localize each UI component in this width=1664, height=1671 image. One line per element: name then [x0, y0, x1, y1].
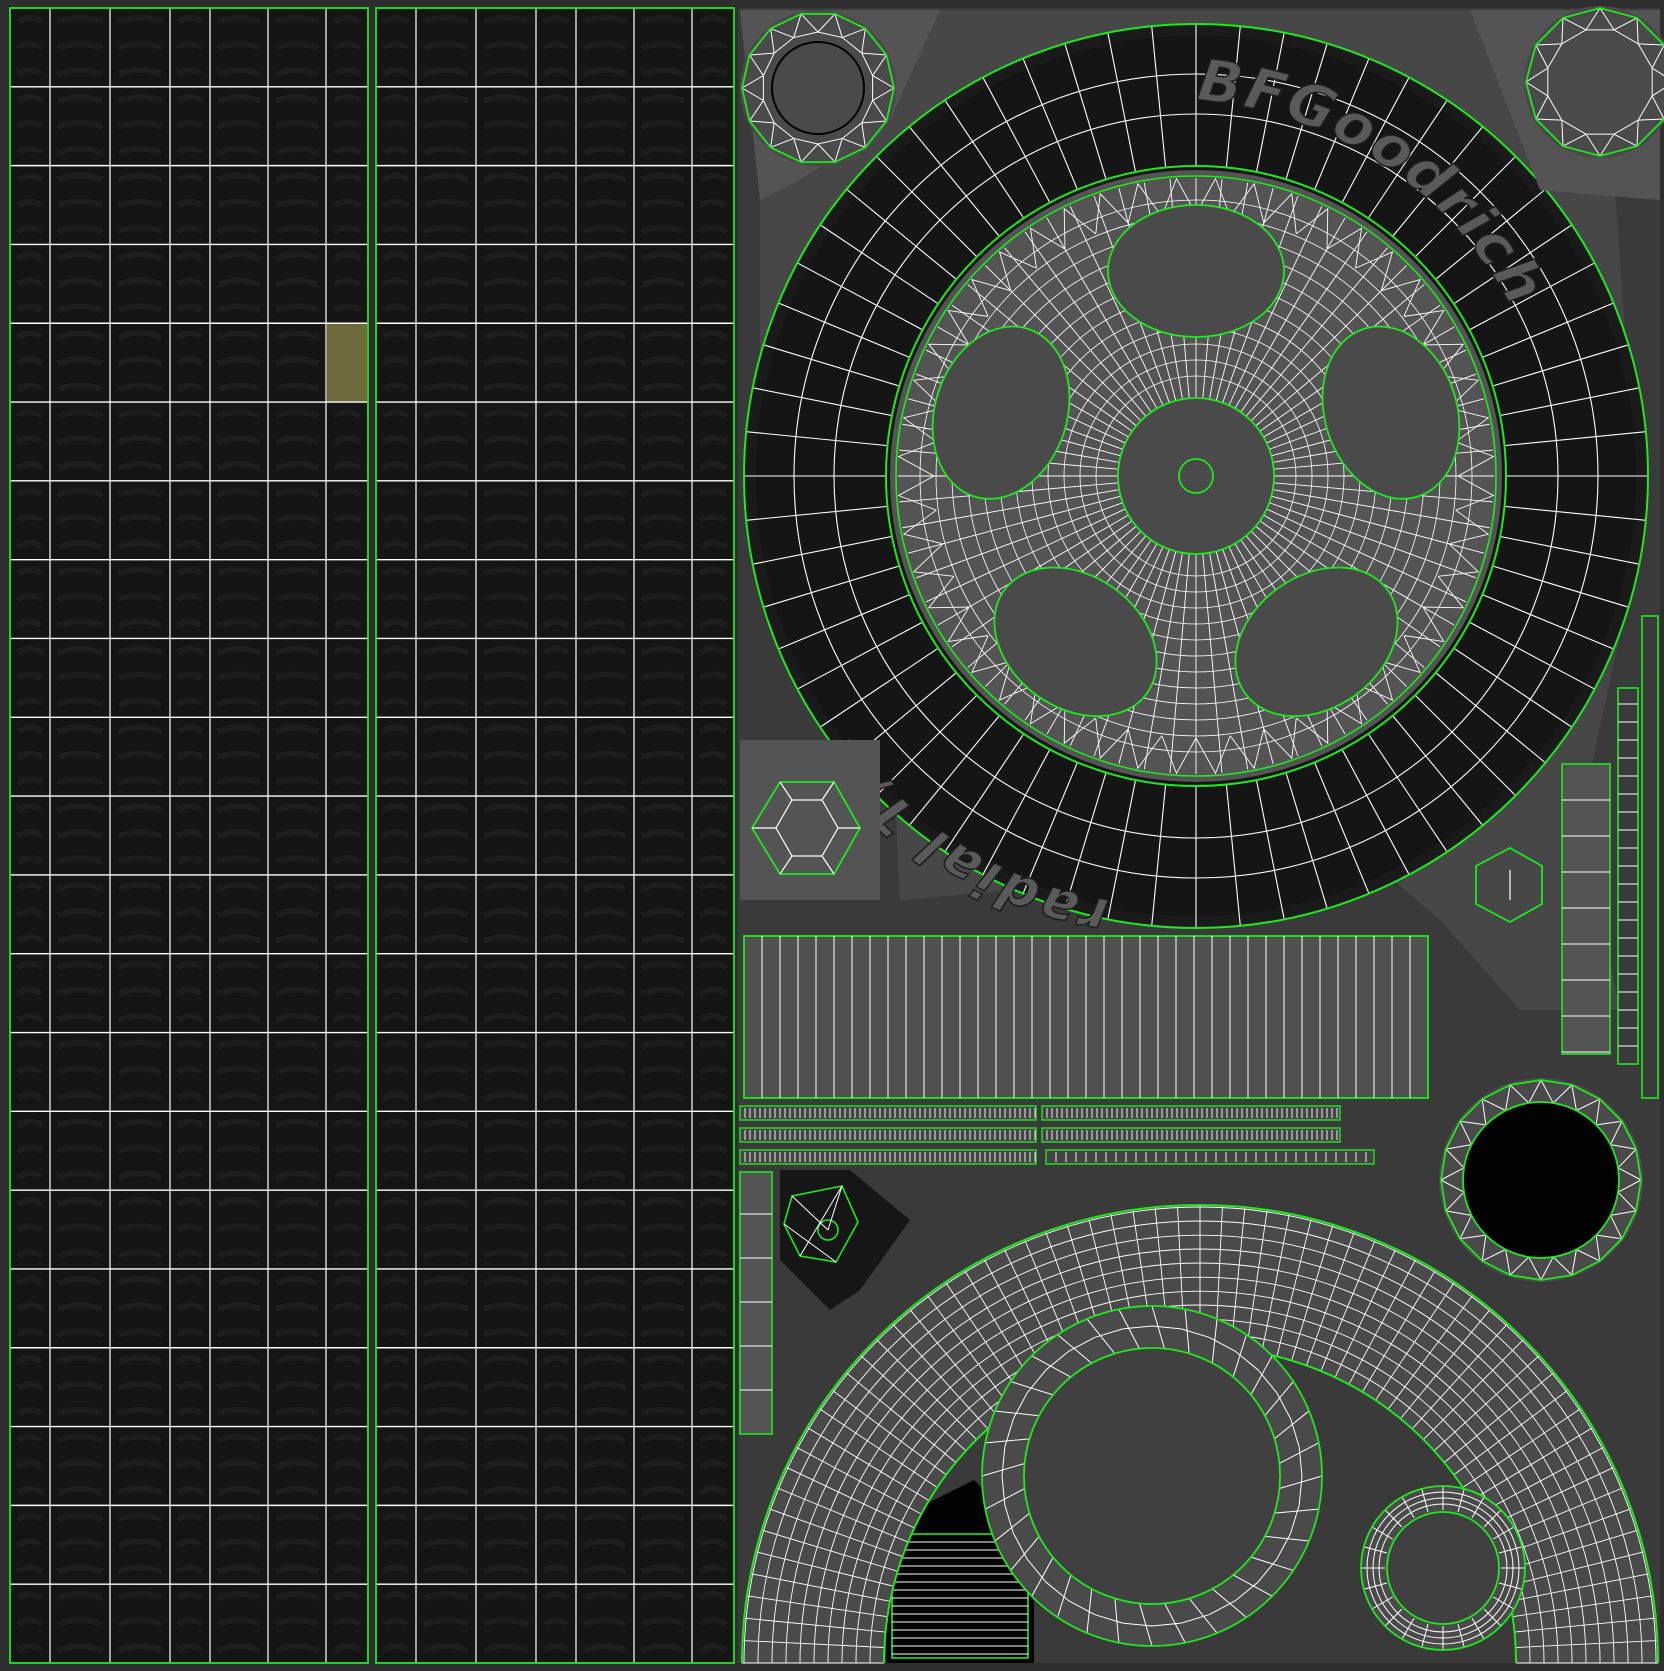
rim-hub — [890, 170, 1502, 782]
bead-strips — [739, 935, 1429, 1165]
tread-strip-left — [9, 7, 369, 1664]
thin-strip — [1045, 1149, 1375, 1165]
thin-strip — [739, 1149, 1037, 1165]
selected-face — [327, 323, 367, 403]
cap-top-left-inner — [762, 31, 874, 145]
thin-strip — [739, 1127, 1037, 1143]
tread-strip-middle — [375, 7, 735, 1664]
hex-left-island — [740, 740, 880, 900]
hub-center — [1117, 397, 1275, 555]
uv-layout-canvas: BFGoodrich radial T/A — [0, 0, 1664, 1671]
spoke-hole — [1107, 204, 1285, 338]
thin-strip — [739, 1105, 1037, 1121]
black-cap-center — [1462, 1101, 1620, 1259]
right-strip-a — [1561, 763, 1611, 1055]
small-ring-inner — [1386, 1511, 1500, 1625]
big-disc-inner — [1023, 1347, 1281, 1605]
left-strip — [739, 1171, 773, 1435]
